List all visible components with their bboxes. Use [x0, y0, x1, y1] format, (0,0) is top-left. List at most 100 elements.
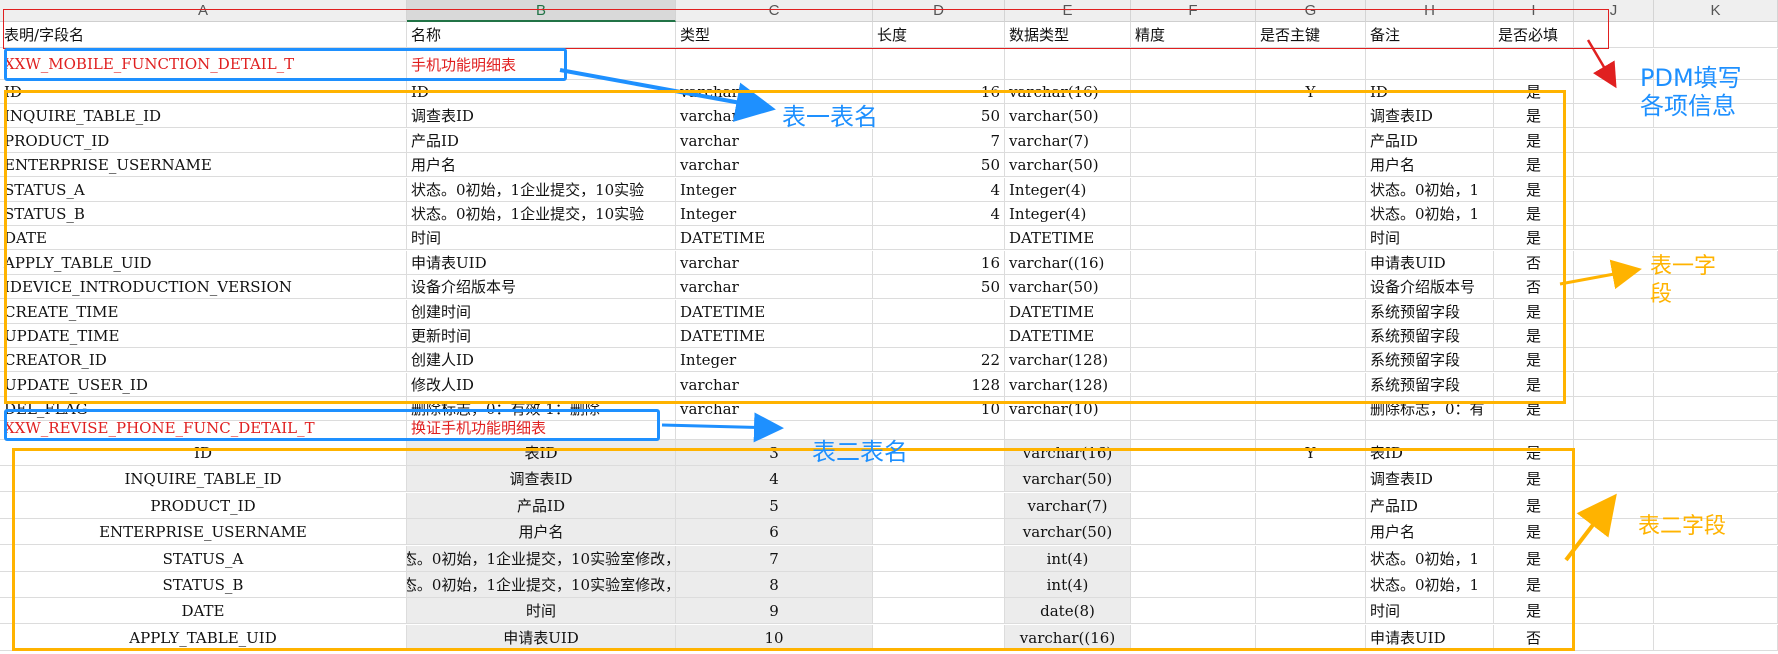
cell-c[interactable]: 10	[676, 625, 873, 651]
cell-c[interactable]: 7	[676, 546, 873, 572]
cell-e[interactable]: date(8)	[1005, 598, 1131, 624]
cell-b[interactable]: ID	[407, 80, 676, 104]
cell-g[interactable]	[1256, 572, 1366, 598]
cell-g[interactable]	[1256, 49, 1366, 80]
cell-c[interactable]: 6	[676, 519, 873, 545]
cell-a[interactable]: ENTERPRISE_USERNAME	[0, 153, 407, 177]
cell-i[interactable]: 是	[1494, 324, 1574, 348]
cell-i[interactable]: 否	[1494, 625, 1574, 651]
cell-d[interactable]: 7	[873, 129, 1005, 153]
cell-g[interactable]	[1256, 178, 1366, 202]
cell-g[interactable]	[1256, 625, 1366, 651]
cell-j[interactable]	[1574, 324, 1654, 348]
cell-e[interactable]: varchar((16)	[1005, 625, 1131, 651]
cell-a[interactable]: CREATOR_ID	[0, 348, 407, 372]
cell-a[interactable]: STATUS_A	[0, 178, 407, 202]
cell-h[interactable]	[1366, 416, 1494, 440]
cell-b[interactable]: 表ID	[407, 440, 676, 466]
cell-e[interactable]: DATETIME	[1005, 300, 1131, 324]
cell-f[interactable]	[1131, 80, 1256, 104]
cell-c[interactable]: 9	[676, 598, 873, 624]
cell-f[interactable]	[1131, 49, 1256, 80]
cell-b[interactable]: 产品ID	[407, 129, 676, 153]
cell-b[interactable]: 更新时间	[407, 324, 676, 348]
cell-f[interactable]	[1131, 324, 1256, 348]
cell-d[interactable]	[873, 493, 1005, 519]
cell-f[interactable]	[1131, 440, 1256, 466]
cell-d[interactable]	[873, 546, 1005, 572]
cell-k[interactable]	[1654, 202, 1778, 226]
cell-i[interactable]: 否	[1494, 251, 1574, 275]
cell-c[interactable]: varchar	[676, 275, 873, 299]
cell-d[interactable]: 128	[873, 373, 1005, 397]
cell-e[interactable]: varchar(7)	[1005, 129, 1131, 153]
column-header-d[interactable]: D	[873, 0, 1005, 22]
cell-a[interactable]: INQUIRE_TABLE_ID	[0, 466, 407, 492]
cell-h[interactable]: 时间	[1366, 598, 1494, 624]
cell-d[interactable]	[873, 598, 1005, 624]
cell-e[interactable]: varchar((16)	[1005, 251, 1131, 275]
cell-b[interactable]: 用户名	[407, 153, 676, 177]
cell-b[interactable]: 创建人ID	[407, 348, 676, 372]
cell-i[interactable]: 是	[1494, 202, 1574, 226]
cell-d[interactable]	[873, 625, 1005, 651]
cell-b[interactable]: 修改人ID	[407, 373, 676, 397]
cell-k[interactable]	[1654, 153, 1778, 177]
cell-f[interactable]	[1131, 348, 1256, 372]
cell-g[interactable]	[1256, 300, 1366, 324]
cell-j[interactable]	[1574, 625, 1654, 651]
cell-h[interactable]: 时间	[1366, 226, 1494, 250]
cell-g[interactable]: 是否主键	[1256, 22, 1366, 48]
cell-d[interactable]	[873, 300, 1005, 324]
cell-d[interactable]	[873, 466, 1005, 492]
column-header-a[interactable]: A	[0, 0, 407, 22]
cell-j[interactable]	[1574, 153, 1654, 177]
cell-c[interactable]: 4	[676, 466, 873, 492]
cell-b[interactable]: 状态。0初始，1企业提交，10实验	[407, 202, 676, 226]
cell-j[interactable]	[1574, 348, 1654, 372]
cell-e[interactable]: varchar(16)	[1005, 80, 1131, 104]
cell-g[interactable]	[1256, 153, 1366, 177]
column-header-k[interactable]: K	[1654, 0, 1778, 22]
cell-j[interactable]	[1574, 572, 1654, 598]
cell-h[interactable]: 调查表ID	[1366, 104, 1494, 128]
cell-c[interactable]: 类型	[676, 22, 873, 48]
cell-i[interactable]: 是	[1494, 373, 1574, 397]
cell-h[interactable]: 备注	[1366, 22, 1494, 48]
cell-e[interactable]: varchar(128)	[1005, 373, 1131, 397]
cell-d[interactable]: 22	[873, 348, 1005, 372]
column-header-f[interactable]: F	[1131, 0, 1256, 22]
cell-k[interactable]	[1654, 129, 1778, 153]
cell-c[interactable]: DATETIME	[676, 226, 873, 250]
cell-e[interactable]: varchar(16)	[1005, 440, 1131, 466]
cell-g[interactable]	[1256, 466, 1366, 492]
cell-g[interactable]: Y	[1256, 80, 1366, 104]
cell-k[interactable]	[1654, 546, 1778, 572]
cell-g[interactable]	[1256, 348, 1366, 372]
cell-e[interactable]: DATETIME	[1005, 324, 1131, 348]
cell-h[interactable]: 状态。0初始，1	[1366, 202, 1494, 226]
column-header-b[interactable]: B	[407, 0, 676, 22]
cell-i[interactable]: 是	[1494, 300, 1574, 324]
cell-c[interactable]	[676, 49, 873, 80]
cell-e[interactable]: varchar(50)	[1005, 153, 1131, 177]
cell-i[interactable]: 是	[1494, 129, 1574, 153]
cell-f[interactable]	[1131, 373, 1256, 397]
cell-h[interactable]: 申请表UID	[1366, 251, 1494, 275]
cell-e[interactable]	[1005, 49, 1131, 80]
cell-b[interactable]: 态。0初始，1企业提交，10实验室修改，	[407, 572, 676, 598]
cell-k[interactable]	[1654, 625, 1778, 651]
column-header-c[interactable]: C	[676, 0, 873, 22]
cell-h[interactable]: 产品ID	[1366, 493, 1494, 519]
cell-b[interactable]: 时间	[407, 598, 676, 624]
cell-b[interactable]: 创建时间	[407, 300, 676, 324]
cell-c[interactable]: varchar	[676, 251, 873, 275]
cell-k[interactable]	[1654, 440, 1778, 466]
cell-c[interactable]: Integer	[676, 178, 873, 202]
cell-e[interactable]: 数据类型	[1005, 22, 1131, 48]
cell-a[interactable]: PRODUCT_ID	[0, 493, 407, 519]
cell-f[interactable]	[1131, 178, 1256, 202]
cell-i[interactable]: 是	[1494, 178, 1574, 202]
cell-a[interactable]: STATUS_B	[0, 202, 407, 226]
cell-i[interactable]: 是	[1494, 104, 1574, 128]
